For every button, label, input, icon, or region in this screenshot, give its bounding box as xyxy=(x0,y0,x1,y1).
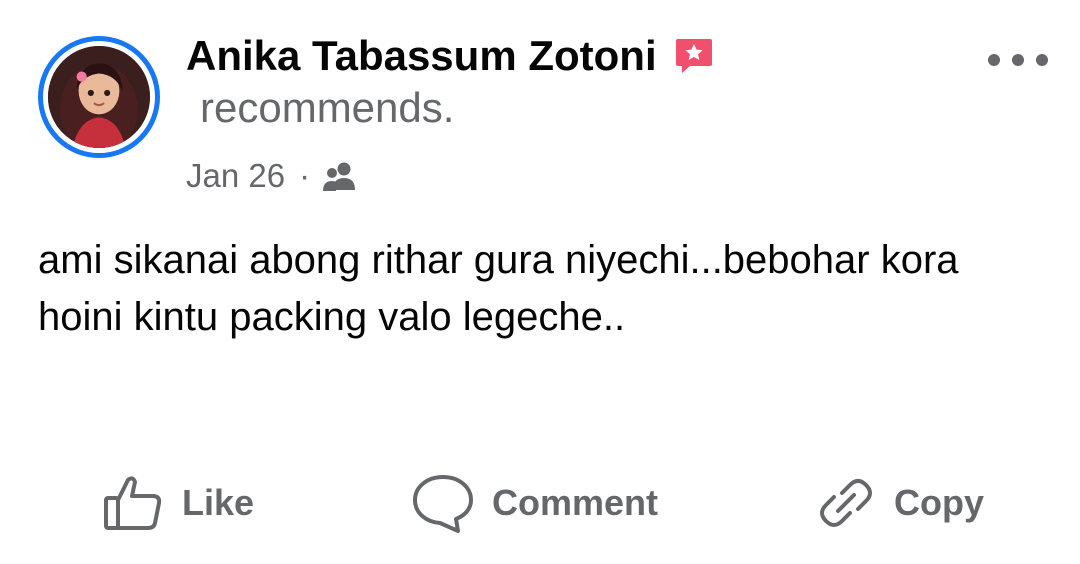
friends-audience-icon[interactable] xyxy=(322,160,358,192)
like-label: Like xyxy=(182,482,255,523)
copy-label: Copy xyxy=(894,482,984,523)
author-name[interactable]: Anika Tabassum Zotoni xyxy=(186,32,657,79)
more-options-icon[interactable] xyxy=(988,40,1048,80)
end-mark: . xyxy=(442,84,455,131)
post-header: Anika Tabassum Zotoni recommends. xyxy=(186,30,946,134)
author-avatar[interactable] xyxy=(38,36,160,158)
link-icon xyxy=(820,479,872,527)
more-dot xyxy=(988,54,1000,66)
post-meta: Jan 26 · xyxy=(186,154,358,198)
copy-link-button[interactable]: Copy xyxy=(816,470,984,536)
meta-separator: · xyxy=(299,157,311,194)
recommendation-star-badge-icon xyxy=(676,39,713,73)
more-dot xyxy=(1012,54,1024,66)
action-verb: recommends xyxy=(200,84,443,131)
comment-button[interactable]: Comment xyxy=(412,470,658,536)
thumbs-up-icon xyxy=(104,476,162,530)
comment-bubble-icon xyxy=(413,475,473,533)
avatar-image xyxy=(48,46,150,148)
comment-label: Comment xyxy=(492,482,659,523)
post-date[interactable]: Jan 26 xyxy=(186,157,285,195)
post-body-text: ami sikanai abong rithar gura niyechi...… xyxy=(38,238,959,339)
like-button[interactable]: Like xyxy=(102,470,254,536)
post-actions-bar: Like Comment Copy xyxy=(0,470,1080,536)
more-dot xyxy=(1036,54,1048,66)
avatar-illustration xyxy=(48,46,150,148)
